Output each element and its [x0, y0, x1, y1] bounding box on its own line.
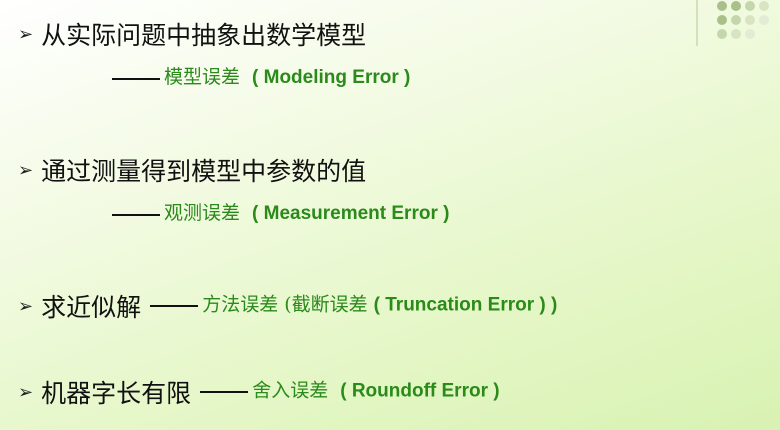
error-type-zh: 方法误差 — [202, 293, 279, 316]
dot-icon — [745, 1, 755, 11]
error-type-en: ( Roundoff Error ) — [340, 380, 500, 402]
dot-icon — [745, 15, 755, 25]
item-text: 从实际问题中抽象出数学模型 — [41, 21, 367, 50]
error-type-zh: 舍入误差 — [252, 379, 329, 402]
bullet-item-modeling: ➢ 从实际问题中抽象出数学模型 — [18, 16, 366, 52]
error-type-zh: 模型误差 — [164, 66, 241, 88]
bullet-item-measurement: ➢ 通过测量得到模型中参数的值 — [18, 152, 366, 188]
error-type-en: ( Modeling Error ) — [252, 67, 411, 88]
item-text: 机器字长有限 — [41, 379, 192, 408]
bullet-item-machine-word: ➢ 机器字长有限 舍入误差 ( Roundoff Error ) — [18, 374, 500, 410]
arrow-bullet-icon: ➢ — [18, 381, 34, 403]
error-type-en: ( Measurement Error ) — [252, 203, 450, 224]
arrow-bullet-icon: ➢ — [18, 295, 34, 317]
item-text: 求近似解 — [41, 293, 142, 322]
dot-icon — [717, 1, 727, 11]
dot-icon — [759, 15, 769, 25]
dot-icon — [745, 29, 755, 39]
dash-separator — [200, 391, 249, 393]
dot-icon — [717, 29, 727, 39]
sub-item-measurement-error: 观测误差 ( Measurement Error ) — [112, 198, 449, 225]
dot-icon — [759, 1, 769, 11]
dash-separator — [112, 77, 160, 80]
arrow-bullet-icon: ➢ — [18, 23, 34, 45]
error-type-zh-alt: (截断误差 — [284, 293, 368, 316]
item-text: 通过测量得到模型中参数的值 — [41, 157, 367, 186]
dot-icon — [717, 15, 727, 25]
error-type-zh: 观测误差 — [164, 202, 241, 224]
decorative-dot-grid — [717, 1, 769, 39]
dot-icon — [731, 29, 741, 39]
dash-separator — [112, 213, 160, 216]
error-type-en: ( Truncation Error ) ) — [373, 294, 558, 316]
bullet-item-approximation: ➢ 求近似解 方法误差 (截断误差( Truncation Error ) ) — [18, 288, 557, 324]
dash-separator — [150, 305, 199, 307]
dot-icon — [731, 1, 741, 11]
sub-item-modeling-error: 模型误差 ( Modeling Error ) — [112, 62, 410, 89]
arrow-bullet-icon: ➢ — [18, 159, 34, 181]
dot-icon — [731, 15, 741, 25]
